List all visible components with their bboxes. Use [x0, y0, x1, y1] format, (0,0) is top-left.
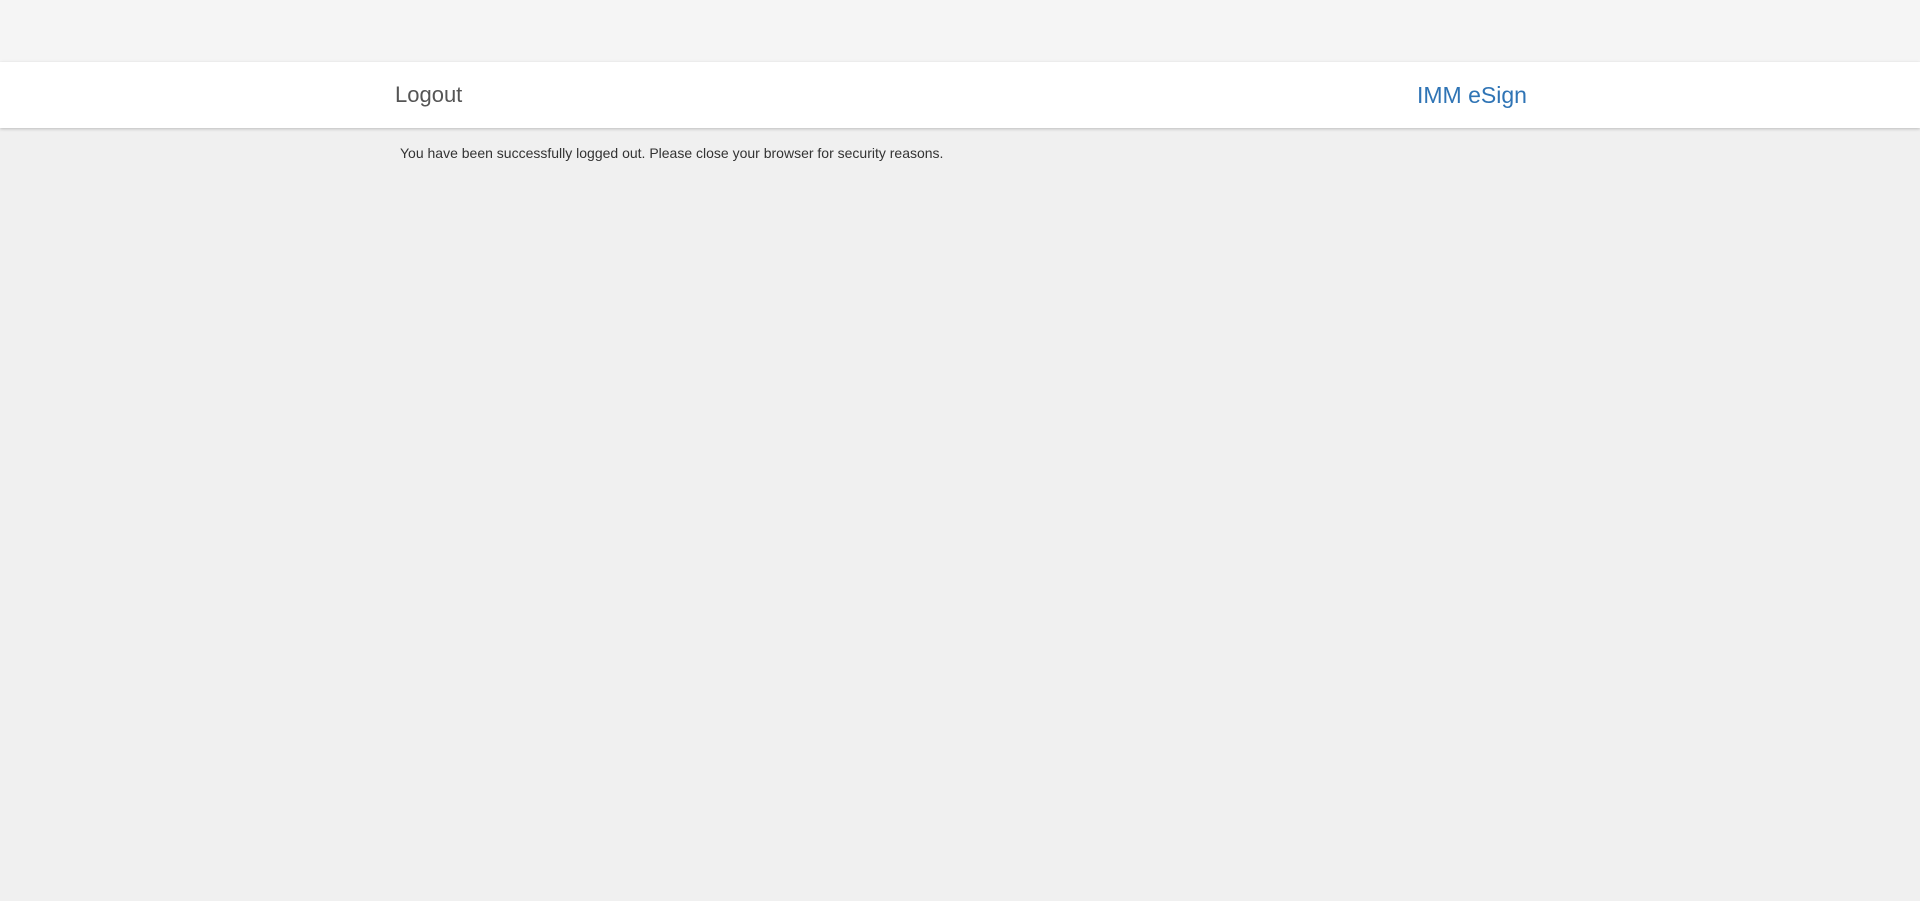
logout-message: You have been successfully logged out. P… — [400, 145, 944, 161]
page-title: Logout — [395, 82, 463, 107]
app-name-link[interactable]: IMM eSign — [1417, 62, 1527, 128]
top-strip — [0, 0, 1920, 62]
header-bar: Logout IMM eSign — [0, 62, 1920, 128]
